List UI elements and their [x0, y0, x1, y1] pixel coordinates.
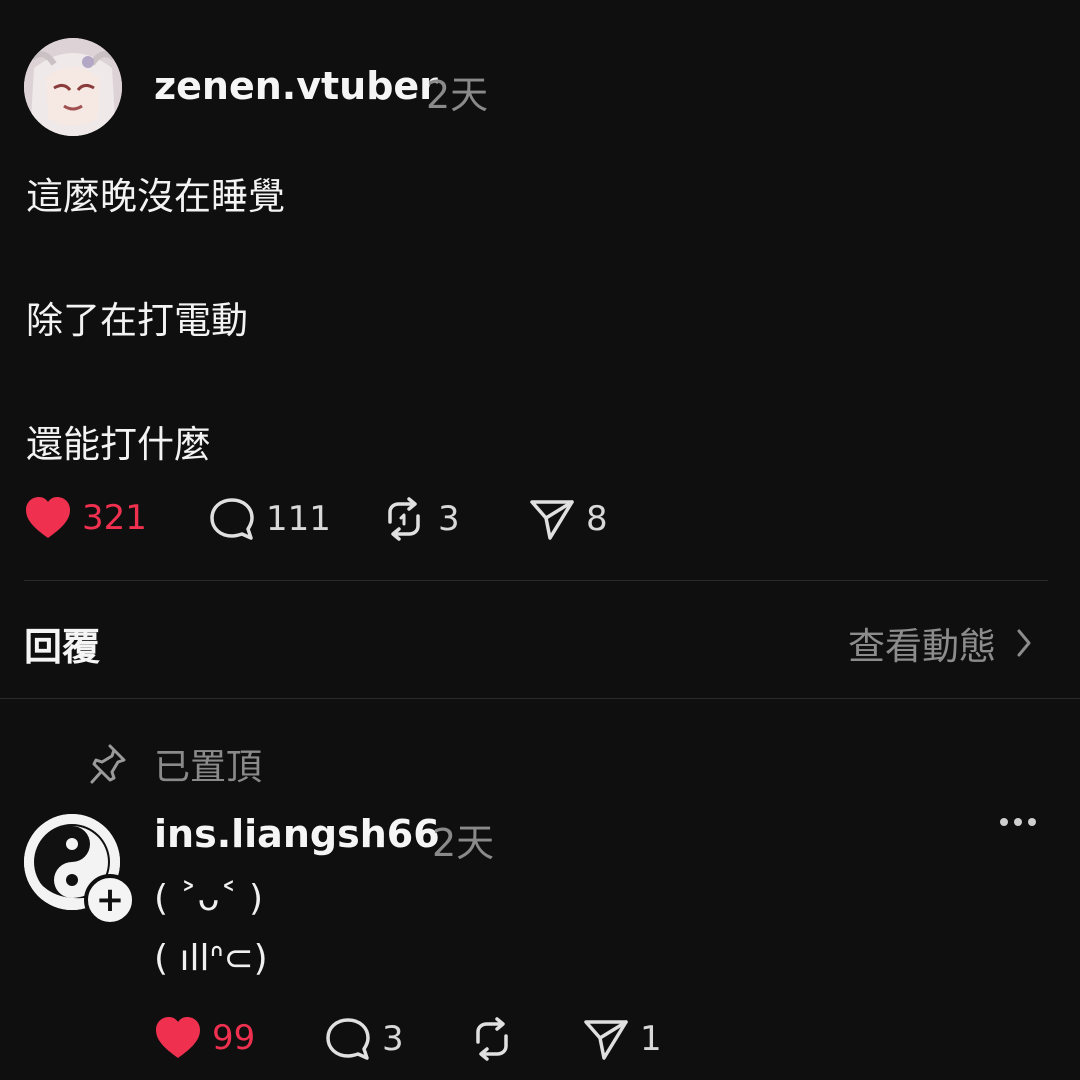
- reply-like-count: 99: [212, 1018, 256, 1058]
- pinned-indicator: 已置頂: [88, 738, 262, 790]
- comment-icon: [210, 498, 254, 540]
- reply-like-button[interactable]: 99: [154, 1016, 255, 1060]
- replies-title: 回覆: [24, 625, 101, 669]
- follow-plus-button[interactable]: +: [84, 874, 136, 926]
- chevron-right-icon: [1017, 629, 1031, 657]
- heart-icon: [26, 497, 70, 538]
- more-options-button[interactable]: [1000, 818, 1036, 826]
- divider: [24, 580, 1048, 581]
- more-icon: [1000, 818, 1036, 826]
- comment-count: 111: [266, 499, 331, 539]
- share-button[interactable]: 8: [528, 496, 608, 542]
- view-activity-link[interactable]: 查看動態: [848, 616, 1032, 670]
- reply-text-line-1: ( ˃ᴗ˂ ): [154, 878, 264, 919]
- share-count: 8: [586, 499, 608, 539]
- repost-icon: [476, 1017, 508, 1061]
- author-avatar[interactable]: [24, 38, 122, 136]
- like-count: 321: [82, 498, 147, 538]
- section-divider: [0, 698, 1080, 699]
- reply-comment-count: 3: [382, 1019, 404, 1059]
- reply-comment-button[interactable]: 3: [324, 1016, 404, 1062]
- pin-icon: [90, 744, 126, 784]
- reply-share-button[interactable]: 1: [582, 1016, 662, 1062]
- reply-time: 2天: [432, 821, 495, 865]
- reply-text-line-2: ( ıllᐢ⊂): [154, 938, 268, 979]
- post-text-line-1: 這麼晚沒在睡覺: [26, 175, 285, 218]
- pinned-label: 已置頂: [154, 747, 263, 788]
- plus-icon: +: [95, 880, 125, 920]
- repost-count: 3: [438, 499, 460, 539]
- comment-button[interactable]: 111: [208, 496, 331, 542]
- reply-share-count: 1: [640, 1019, 662, 1059]
- repost-icon: [388, 497, 420, 541]
- post-time: 2天: [426, 73, 489, 117]
- reply-username[interactable]: ins.liangsh66: [154, 812, 440, 856]
- repost-button[interactable]: 3: [380, 496, 460, 542]
- view-activity-label: 查看動態: [848, 625, 996, 668]
- share-icon: [584, 1020, 628, 1060]
- reply-repost-button[interactable]: [468, 1016, 516, 1062]
- author-username[interactable]: zenen.vtuber: [154, 64, 438, 108]
- like-button[interactable]: 321: [24, 496, 147, 540]
- comment-icon: [326, 1018, 370, 1060]
- heart-icon: [156, 1017, 200, 1058]
- share-icon: [530, 500, 574, 540]
- post-text-line-3: 還能打什麼: [26, 423, 211, 466]
- post-text-line-2: 除了在打電動: [26, 299, 248, 342]
